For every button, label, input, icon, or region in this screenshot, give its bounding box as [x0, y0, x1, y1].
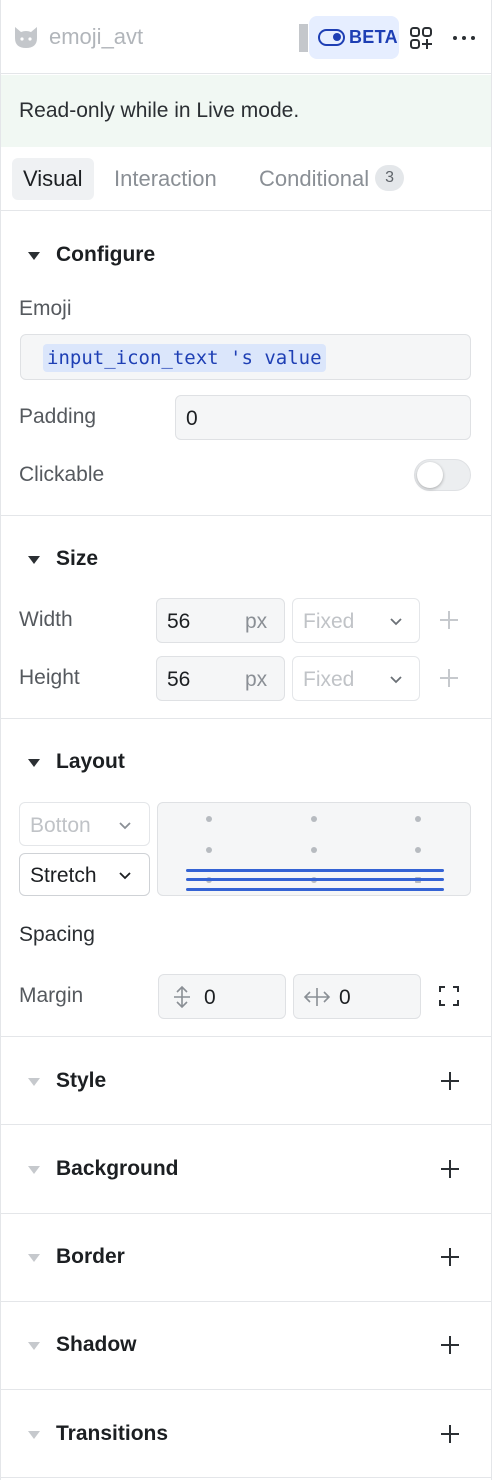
vertical-align-select[interactable]: Botton [19, 802, 150, 846]
add-height-constraint-icon[interactable] [438, 667, 460, 689]
divider [1, 515, 491, 516]
emoji-field[interactable]: input_icon_text 's value [20, 334, 471, 380]
width-label: Width [19, 608, 73, 631]
layout-caret-icon[interactable] [28, 759, 40, 767]
background-caret-icon[interactable] [28, 1166, 40, 1174]
horizontal-align-value: Stretch [30, 864, 97, 887]
border-section-title[interactable]: Border [56, 1245, 125, 1269]
horizontal-align-select[interactable]: Stretch [19, 853, 150, 896]
add-shadow-icon[interactable] [439, 1334, 461, 1356]
size-section-title[interactable]: Size [56, 547, 98, 571]
configure-section-title[interactable]: Configure [56, 243, 155, 267]
clickable-toggle[interactable] [414, 459, 471, 491]
align-dot[interactable] [415, 816, 421, 822]
tab-conditional-label: Conditional [259, 166, 370, 191]
tab-interaction[interactable]: Interaction [114, 158, 217, 200]
alignment-grid[interactable] [157, 802, 471, 896]
style-section-title[interactable]: Style [56, 1069, 106, 1093]
stretch-bar [186, 869, 444, 872]
add-style-icon[interactable] [439, 1070, 461, 1092]
component-name[interactable]: emoji_avt [49, 24, 143, 50]
height-mode-select[interactable]: Fixed [292, 656, 420, 701]
layout-section-title[interactable]: Layout [56, 750, 125, 774]
margin-vertical-input[interactable]: 0 [158, 974, 286, 1019]
property-panel: emoji_avt BETA Read-only while in Live m… [0, 0, 492, 1480]
divider [1, 1036, 491, 1037]
emoji-label: Emoji [19, 297, 72, 320]
padding-value: 0 [186, 407, 198, 430]
align-dot[interactable] [311, 847, 317, 853]
spacing-label: Spacing [19, 923, 95, 946]
height-mode-value: Fixed [303, 668, 355, 691]
tab-conditional[interactable]: Conditional 3 [259, 158, 405, 200]
margin-horizontal-value: 0 [339, 986, 351, 1009]
align-dot[interactable] [206, 816, 212, 822]
divider [1, 1301, 491, 1302]
style-caret-icon[interactable] [28, 1078, 40, 1086]
add-width-constraint-icon[interactable] [438, 609, 460, 631]
width-unit: px [245, 610, 268, 633]
width-input[interactable]: 56 px [156, 598, 285, 643]
divider [1, 1477, 491, 1478]
background-section-title[interactable]: Background [56, 1157, 179, 1181]
align-dot[interactable] [415, 847, 421, 853]
margin-vertical-value: 0 [204, 986, 216, 1009]
margin-horizontal-input[interactable]: 0 [293, 974, 421, 1019]
add-transition-icon[interactable] [439, 1423, 461, 1445]
height-unit: px [245, 668, 268, 691]
add-border-icon[interactable] [439, 1246, 461, 1268]
vertical-spacing-icon [174, 985, 190, 1009]
conditional-count-badge: 3 [375, 165, 405, 192]
toggle-icon [318, 29, 345, 46]
vertical-align-value: Botton [30, 814, 91, 837]
height-label: Height [19, 666, 80, 689]
expand-margin-icon[interactable] [438, 985, 460, 1007]
notice-text: Read-only while in Live mode. [19, 99, 300, 122]
width-mode-select[interactable]: Fixed [292, 598, 420, 643]
add-background-icon[interactable] [439, 1158, 461, 1180]
border-caret-icon[interactable] [28, 1254, 40, 1262]
add-component-icon[interactable] [409, 26, 433, 50]
align-dot[interactable] [206, 847, 212, 853]
chevron-down-icon [390, 618, 402, 626]
chevron-down-icon [119, 822, 131, 830]
chevron-down-icon [390, 676, 402, 684]
shadow-section-title[interactable]: Shadow [56, 1333, 137, 1357]
component-cat-icon [15, 27, 37, 48]
clickable-label: Clickable [19, 463, 105, 486]
align-dot[interactable] [311, 816, 317, 822]
horizontal-spacing-icon [303, 988, 331, 1006]
transitions-caret-icon[interactable] [28, 1431, 40, 1439]
live-mode-notice: Read-only while in Live mode. [1, 75, 491, 147]
emoji-binding-chip[interactable]: input_icon_text 's value [43, 344, 326, 372]
chevron-down-icon [119, 872, 131, 880]
panel-header: emoji_avt BETA [1, 0, 491, 74]
size-caret-icon[interactable] [28, 556, 40, 564]
padding-label: Padding [19, 405, 97, 428]
more-options-icon[interactable] [451, 26, 477, 50]
width-value: 56 [167, 610, 191, 633]
tab-visual[interactable]: Visual [12, 158, 94, 200]
divider [1, 718, 491, 719]
header-divider [299, 24, 308, 52]
divider [1, 1389, 491, 1390]
divider [1, 1124, 491, 1125]
stretch-bar [186, 878, 444, 881]
margin-label: Margin [19, 984, 84, 1007]
padding-input[interactable]: 0 [175, 395, 471, 440]
panel-tabs: Visual Interaction Conditional 3 [1, 147, 491, 211]
transitions-section-title[interactable]: Transitions [56, 1422, 168, 1446]
shadow-caret-icon[interactable] [28, 1342, 40, 1350]
stretch-bar [186, 888, 444, 891]
height-value: 56 [167, 668, 191, 691]
toggle-knob [417, 462, 443, 488]
configure-caret-icon[interactable] [28, 252, 40, 260]
divider [1, 1213, 491, 1214]
height-input[interactable]: 56 px [156, 656, 285, 701]
beta-label: BETA [349, 27, 398, 47]
beta-toggle-button[interactable]: BETA [309, 16, 399, 59]
width-mode-value: Fixed [303, 610, 355, 633]
